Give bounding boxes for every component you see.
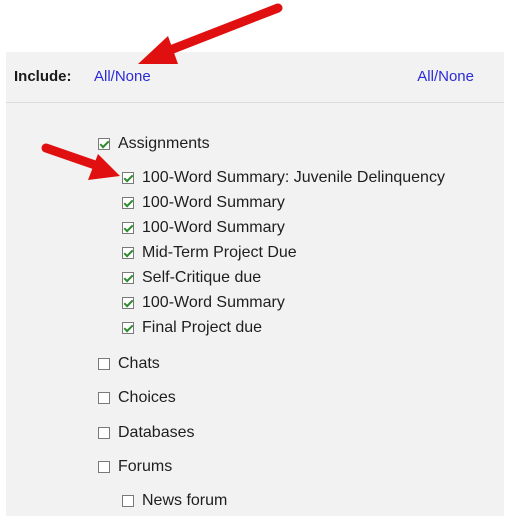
checkbox-news-forum[interactable] xyxy=(122,495,134,507)
tree-item-label: 100-Word Summary xyxy=(142,219,285,236)
arrow-to-assignment-item-icon xyxy=(41,143,120,180)
checkbox-choices[interactable] xyxy=(98,392,110,404)
checkbox-assignment-2[interactable] xyxy=(122,197,134,209)
checkbox-assignment-6[interactable] xyxy=(122,297,134,309)
tree-item-label: News forum xyxy=(142,492,228,509)
tree-item-assignment-2[interactable]: 100-Word Summary xyxy=(122,194,285,212)
checkbox-assignment-3[interactable] xyxy=(122,222,134,234)
tree-item-assignment-7[interactable]: Final Project due xyxy=(122,319,262,337)
tree-item-choices[interactable]: Choices xyxy=(98,389,176,407)
tree-item-label: Databases xyxy=(118,424,195,441)
all-none-link-right[interactable]: All/None xyxy=(417,68,474,85)
tree-item-assignment-4[interactable]: Mid-Term Project Due xyxy=(122,244,297,262)
arrow-to-all-none-link-icon xyxy=(138,3,283,64)
tree-item-label: 100-Word Summary xyxy=(142,294,285,311)
checkbox-forums[interactable] xyxy=(98,461,110,473)
tree-item-assignment-3[interactable]: 100-Word Summary xyxy=(122,219,285,237)
tree-item-databases[interactable]: Databases xyxy=(98,424,195,442)
checkbox-databases[interactable] xyxy=(98,427,110,439)
tree-item-label: Choices xyxy=(118,389,176,406)
tree-item-label: 100-Word Summary: Juvenile Delinquency xyxy=(142,169,445,186)
checkbox-chats[interactable] xyxy=(98,358,110,370)
tree-item-chats[interactable]: Chats xyxy=(98,355,160,373)
checkbox-assignment-7[interactable] xyxy=(122,322,134,334)
tree-item-label: Self-Critique due xyxy=(142,269,262,286)
tree-item-label: Chats xyxy=(118,355,160,372)
checkbox-assignment-5[interactable] xyxy=(122,272,134,284)
tree-item-assignment-1[interactable]: 100-Word Summary: Juvenile Delinquency xyxy=(122,169,445,187)
include-label: Include: xyxy=(14,68,72,85)
tree-item-label: Mid-Term Project Due xyxy=(142,244,297,261)
tree-item-assignment-6[interactable]: 100-Word Summary xyxy=(122,294,285,312)
tree-item-news-forum[interactable]: News forum xyxy=(122,492,227,510)
tree-item-forums[interactable]: Forums xyxy=(98,458,172,476)
tree-item-label: Assignments xyxy=(118,135,210,152)
checkbox-assignment-4[interactable] xyxy=(122,247,134,259)
tree-item-label: Final Project due xyxy=(142,319,263,336)
tree-item-label: 100-Word Summary xyxy=(142,194,285,211)
tree-item-label: Forums xyxy=(118,458,173,475)
tree-item-assignment-5[interactable]: Self-Critique due xyxy=(122,269,261,287)
